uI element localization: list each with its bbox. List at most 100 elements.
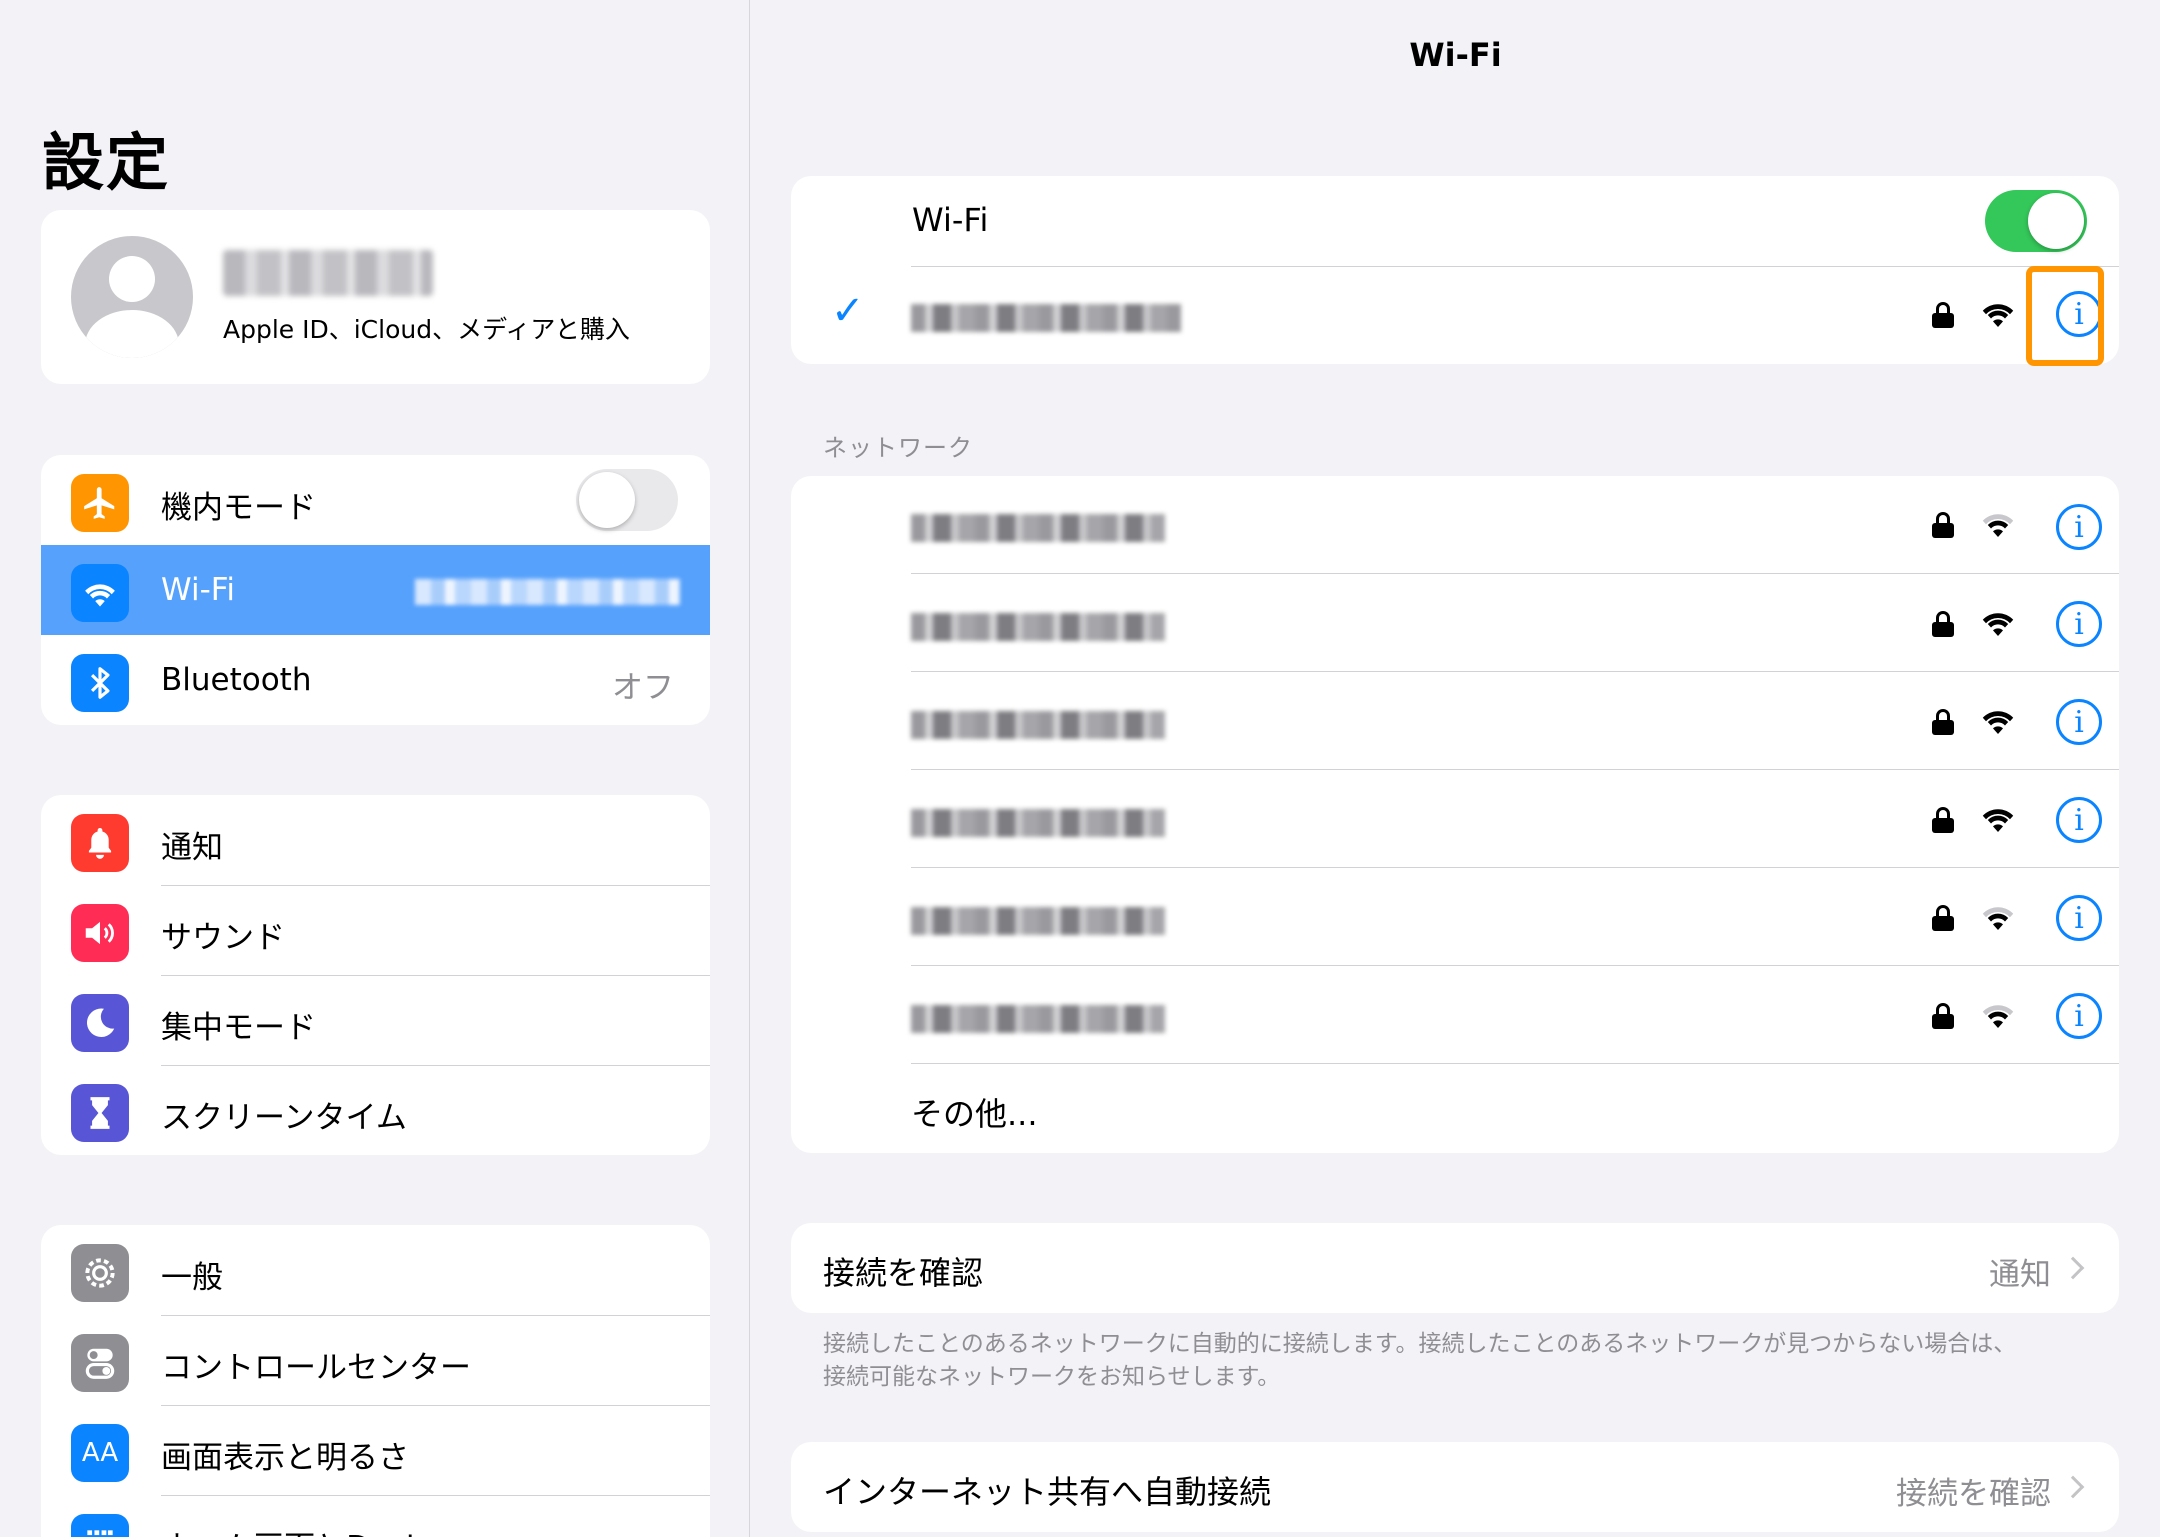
ask-to-join-label: 接続を確認 [823,1254,984,1292]
network-row[interactable]: i [791,965,2119,1063]
network-row[interactable]: i [791,867,2119,965]
info-button-highlight [2026,266,2104,366]
bluetooth-status: オフ [612,670,674,706]
other-network-row[interactable]: その他... [791,1063,2119,1153]
auto-join-hotspot-row[interactable]: インターネット共有へ自動接続 接続を確認 [791,1442,2119,1532]
lock-icon [1931,302,1955,328]
wifi-icon [71,564,129,622]
network-info-button[interactable]: i [2056,993,2102,1039]
wifi-signal-icon [1982,514,2014,537]
network-name-redacted [911,809,1165,837]
bell-icon [71,814,129,872]
switches-icon [71,1334,129,1392]
sidebar-item-label: スクリーンタイム [161,1100,407,1136]
wifi-toggle-row: Wi-Fi [791,176,2119,266]
wifi-toggle-card: Wi-Fi ✓ i [791,176,2119,364]
general-group: 一般 コントロールセンター AA 画面表示と明るさ ホーム画面とDock [41,1225,710,1537]
connected-network-name-redacted [911,304,1181,332]
sidebar-item-label: 機内モード [161,490,316,526]
auto-join-hotspot-value: 接続を確認 [1896,1476,2051,1512]
lock-icon [1931,905,1955,931]
wifi-label: Wi-Fi [912,201,989,239]
sidebar-item-label: コントロールセンター [161,1350,471,1386]
network-info-button[interactable]: i [2056,797,2102,843]
footer-line-1: 接続したことのあるネットワークに自動的に接続します。接続したことのあるネットワー… [823,1331,2017,1357]
ask-to-join-row[interactable]: 接続を確認 通知 [791,1223,2119,1313]
apple-id-profile-card[interactable]: Apple ID、iCloud、メディアと購入 [41,210,710,384]
wifi-signal-icon [1982,613,2014,636]
sidebar-item-label: Wi-Fi [161,572,235,608]
sidebar-item-screen-time[interactable]: スクリーンタイム [41,1065,710,1155]
hourglass-icon [71,1084,129,1142]
airplane-mode-toggle[interactable] [576,469,678,531]
wifi-signal-icon [1982,711,2014,734]
wifi-toggle[interactable] [1985,190,2087,252]
network-name-redacted [911,907,1165,935]
notifications-group: 通知 サウンド 集中モード スクリーンタイム [41,795,710,1155]
checkmark-icon: ✓ [831,288,865,334]
avatar [71,236,193,358]
network-row[interactable]: i [791,476,2119,573]
wifi-signal-icon [1982,809,2014,832]
chevron-right-icon [2061,1256,2085,1280]
sidebar-item-label: 一般 [161,1260,223,1296]
networks-list: i i i i i i その他... [791,476,2119,1153]
sidebar-item-label: Bluetooth [161,662,312,698]
sidebar-item-label: ホーム画面とDock [161,1522,424,1537]
sidebar-item-control-center[interactable]: コントロールセンター [41,1315,710,1405]
chevron-right-icon [2061,1475,2085,1499]
sidebar-title: 設定 [42,126,171,199]
sidebar-item-focus[interactable]: 集中モード [41,975,710,1065]
sidebar-item-sounds[interactable]: サウンド [41,885,710,975]
sidebar-item-label: 通知 [161,830,223,866]
network-row[interactable]: i [791,671,2119,769]
speaker-icon [71,904,129,962]
auto-join-hotspot-label: インターネット共有へ自動接続 [823,1473,1272,1511]
moon-icon [71,994,129,1052]
sidebar-item-general[interactable]: 一般 [41,1225,710,1315]
network-row[interactable]: i [791,573,2119,671]
connectivity-group: 機内モード Wi-Fi Bluetooth オフ [41,455,710,725]
wifi-detail-pane: Wi-Fi Wi-Fi ✓ i ネットワーク i i i i i i その他..… [751,0,2160,1537]
ask-to-join-value: 通知 [1989,1257,2051,1293]
lock-icon [1931,1003,1955,1029]
network-name-redacted [911,514,1165,542]
lock-icon [1931,611,1955,637]
network-row[interactable]: i [791,769,2119,867]
gear-icon [71,1244,129,1302]
other-network-label: その他... [911,1095,1038,1133]
network-name-redacted [911,1005,1165,1033]
sidebar-item-notifications[interactable]: 通知 [41,795,710,885]
sidebar-item-bluetooth[interactable]: Bluetooth オフ [41,635,710,725]
sidebar-item-display[interactable]: AA 画面表示と明るさ [41,1405,710,1495]
sidebar-item-home-screen[interactable]: ホーム画面とDock [41,1495,710,1537]
network-info-button[interactable]: i [2056,895,2102,941]
lock-icon [1931,807,1955,833]
networks-section-header: ネットワーク [823,434,973,462]
network-info-button[interactable]: i [2056,699,2102,745]
wifi-signal-icon [1982,1005,2014,1028]
lock-icon [1931,709,1955,735]
airplane-icon [71,474,129,532]
lock-icon [1931,512,1955,538]
ask-to-join-footer: 接続したことのあるネットワークに自動的に接続します。接続したことのあるネットワー… [823,1328,2113,1394]
bluetooth-icon [71,654,129,712]
page-title: Wi-Fi [1409,36,1502,74]
network-name-redacted [911,711,1165,739]
footer-line-2: 接続可能なネットワークをお知らせします。 [823,1364,1281,1390]
sidebar-item-wifi[interactable]: Wi-Fi [41,545,710,635]
connected-ssid-redacted [415,579,680,605]
network-info-button[interactable]: i [2056,504,2102,550]
network-name-redacted [911,613,1165,641]
sidebar-item-airplane-mode[interactable]: 機内モード [41,455,710,545]
home-grid-icon [71,1514,129,1537]
wifi-signal-icon [1982,907,2014,930]
sidebar-item-label: 画面表示と明るさ [161,1440,409,1476]
connected-network-row[interactable]: ✓ i [791,266,2119,364]
profile-subtitle: Apple ID、iCloud、メディアと購入 [223,315,630,344]
text-size-icon: AA [71,1424,129,1482]
sidebar-item-label: 集中モード [161,1010,316,1046]
wifi-signal-icon [1982,304,2014,327]
settings-sidebar: 設定 Apple ID、iCloud、メディアと購入 機内モード Wi-Fi B… [0,0,750,1537]
network-info-button[interactable]: i [2056,601,2102,647]
